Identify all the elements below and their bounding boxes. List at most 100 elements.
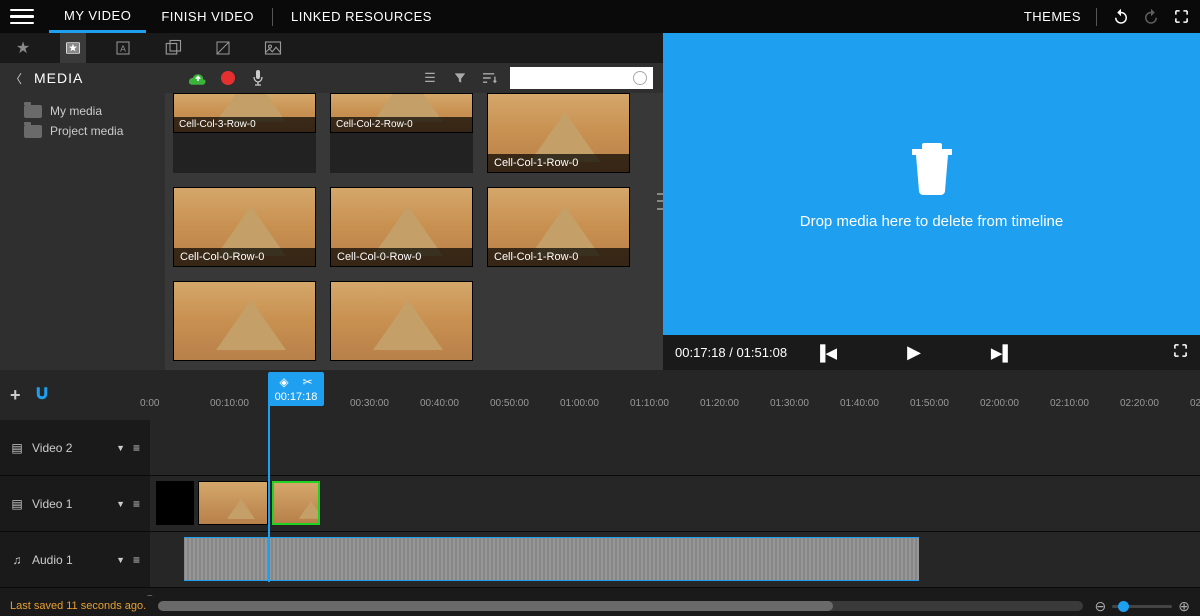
- track-label: Audio 1: [32, 553, 73, 567]
- sort-button[interactable]: [480, 68, 500, 88]
- track-audio1-body[interactable]: [150, 532, 1200, 587]
- track-menu[interactable]: ▼: [116, 555, 125, 565]
- record-button[interactable]: [218, 68, 238, 88]
- divider: [1096, 8, 1097, 26]
- tab-effects[interactable]: [160, 33, 186, 63]
- track-options[interactable]: ≡: [133, 553, 140, 567]
- playhead[interactable]: ◈ ✂ 00:17:18: [268, 372, 324, 406]
- tab-transitions[interactable]: [210, 33, 236, 63]
- clip[interactable]: [156, 481, 194, 525]
- search-input[interactable]: [510, 67, 653, 89]
- folder-label: Project media: [50, 124, 123, 138]
- svg-text:★: ★: [69, 44, 76, 53]
- back-chevron[interactable]: 〈: [10, 70, 22, 87]
- ruler-tick: 02:10:00: [1050, 398, 1089, 409]
- media-item[interactable]: Cell-Col-1-Row-0: [487, 93, 630, 173]
- tab-favorites[interactable]: ★: [10, 33, 36, 63]
- audio-clip[interactable]: [184, 537, 919, 581]
- preview-drop-zone[interactable]: Drop media here to delete from timeline: [663, 33, 1200, 335]
- clip[interactable]: [198, 481, 268, 525]
- clip-selected[interactable]: [272, 481, 320, 525]
- track-menu[interactable]: ▼: [116, 443, 125, 453]
- media-item[interactable]: Cell-Col-3-Row-0: [173, 93, 316, 173]
- audio-track-icon: ♫: [10, 553, 24, 567]
- filter-button[interactable]: [450, 68, 470, 88]
- media-item-label: Cell-Col-0-Row-0: [331, 248, 472, 266]
- ruler-tick: 01:40:00: [840, 398, 879, 409]
- fullscreen-button[interactable]: [1172, 8, 1190, 26]
- media-title: MEDIA: [34, 70, 83, 86]
- track-video2-body[interactable]: [150, 420, 1200, 475]
- trash-icon: [908, 139, 956, 195]
- folder-my-media[interactable]: My media: [0, 101, 165, 121]
- nav-my-video[interactable]: MY VIDEO: [49, 0, 146, 33]
- media-item-label: Cell-Col-0-Row-0: [174, 248, 315, 266]
- ruler-tick: 01:00:00: [560, 398, 599, 409]
- ruler-tick: 02:3: [1190, 398, 1200, 409]
- ruler-tick: 02:20:00: [1120, 398, 1159, 409]
- save-status: Last saved 11 seconds ago.: [10, 600, 146, 612]
- folder-icon: [24, 125, 42, 138]
- track-options[interactable]: ≡: [133, 497, 140, 511]
- play-button[interactable]: ▶: [907, 342, 921, 363]
- track-label: Video 1: [32, 497, 72, 511]
- media-item[interactable]: [330, 281, 473, 361]
- media-item-label: Cell-Col-2-Row-0: [331, 117, 472, 132]
- ruler-tick: 01:30:00: [770, 398, 809, 409]
- cut-icon[interactable]: ✂: [303, 375, 313, 389]
- themes-button[interactable]: THEMES: [1024, 9, 1081, 24]
- folder-icon: [24, 105, 42, 118]
- next-button[interactable]: ▶▌: [991, 344, 1013, 362]
- snap-button[interactable]: [33, 385, 51, 406]
- ruler-tick: 00:10:00: [210, 398, 249, 409]
- ruler-tick: 00:30:00: [350, 398, 389, 409]
- playhead-line: [268, 402, 270, 582]
- folder-project-media[interactable]: Project media: [0, 121, 165, 141]
- tab-text[interactable]: A: [110, 33, 136, 63]
- list-view-button[interactable]: ☰: [420, 68, 440, 88]
- prev-button[interactable]: ▐◀: [815, 344, 837, 362]
- tab-images[interactable]: [260, 33, 286, 63]
- track-options[interactable]: ≡: [133, 441, 140, 455]
- ruler-tick: 02:00:00: [980, 398, 1019, 409]
- ruler-tick: 00:50:00: [490, 398, 529, 409]
- zoom-out-button[interactable]: ⊖: [1095, 598, 1107, 615]
- track-video1-body[interactable]: [150, 476, 1200, 531]
- track-label: Video 2: [32, 441, 72, 455]
- video-track-icon: ▤: [10, 497, 24, 511]
- marker-icon[interactable]: ◈: [279, 375, 288, 389]
- media-item[interactable]: [173, 281, 316, 361]
- media-item[interactable]: Cell-Col-2-Row-0: [330, 93, 473, 173]
- ruler-tick: 01:10:00: [630, 398, 669, 409]
- upload-button[interactable]: [188, 68, 208, 88]
- panel-resize-handle[interactable]: [657, 191, 663, 213]
- redo-button[interactable]: [1142, 8, 1160, 26]
- media-item-label: Cell-Col-1-Row-0: [488, 248, 629, 266]
- menu-button[interactable]: [10, 7, 34, 27]
- add-track-button[interactable]: +: [10, 385, 21, 406]
- media-item[interactable]: Cell-Col-0-Row-0: [173, 187, 316, 267]
- ruler-tick: 01:50:00: [910, 398, 949, 409]
- time-display: 00:17:18 / 01:51:08: [675, 345, 795, 360]
- media-item-label: Cell-Col-3-Row-0: [174, 117, 315, 132]
- track-menu[interactable]: ▼: [116, 499, 125, 509]
- undo-button[interactable]: [1112, 8, 1130, 26]
- nav-finish-video[interactable]: FINISH VIDEO: [146, 0, 269, 33]
- media-item-label: Cell-Col-1-Row-0: [488, 154, 629, 172]
- preview-drop-text: Drop media here to delete from timeline: [800, 213, 1063, 230]
- fullscreen-preview-button[interactable]: [1173, 343, 1188, 362]
- ruler-tick: 0:00: [140, 398, 159, 409]
- zoom-in-button[interactable]: ⊕: [1178, 598, 1190, 615]
- media-item[interactable]: Cell-Col-0-Row-0: [330, 187, 473, 267]
- timeline-scrollbar[interactable]: [158, 601, 1082, 611]
- media-item[interactable]: Cell-Col-1-Row-0: [487, 187, 630, 267]
- folder-label: My media: [50, 104, 102, 118]
- nav-linked-resources[interactable]: LINKED RESOURCES: [276, 0, 447, 33]
- mic-button[interactable]: [248, 68, 268, 88]
- video-track-icon: ▤: [10, 441, 24, 455]
- playhead-time: 00:17:18: [275, 391, 318, 403]
- svg-text:A: A: [120, 43, 126, 53]
- tab-media[interactable]: ★: [60, 33, 86, 63]
- ruler-tick: 00:40:00: [420, 398, 459, 409]
- zoom-slider[interactable]: [1112, 605, 1172, 608]
